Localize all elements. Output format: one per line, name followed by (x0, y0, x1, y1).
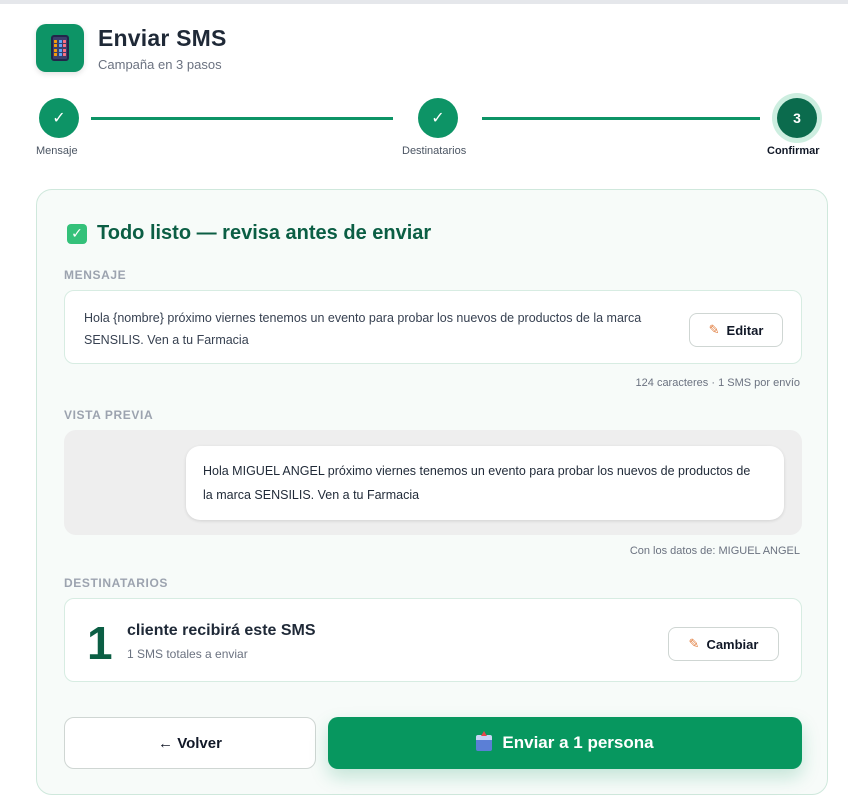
confirmation-card: ✓ Todo listo — revisa antes de enviar ME… (36, 189, 828, 795)
back-button[interactable]: ← Volver (64, 717, 316, 769)
sms-bubble: Hola MIGUEL ANGEL próximo viernes tenemo… (186, 446, 784, 520)
title-wrap: Enviar SMS Campaña en 3 pasos (98, 25, 227, 72)
step-3-indicator[interactable]: 3 (777, 98, 817, 138)
message-text: Hola {nombre} próximo viernes tenemos un… (84, 311, 642, 347)
sms-preview-area: Hola MIGUEL ANGEL próximo viernes tenemo… (64, 430, 802, 535)
outbox-icon (476, 731, 493, 751)
header: Enviar SMS Campaña en 3 pasos (36, 24, 227, 72)
step-3-label: Confirmar (767, 145, 820, 157)
page: Enviar SMS Campaña en 3 pasos ✓ ✓ 3 Mens… (0, 4, 848, 808)
check-mark-icon: ✓ (67, 223, 87, 244)
page-title: Enviar SMS (98, 24, 227, 51)
step-2-label: Destinatarios (402, 145, 467, 157)
pencil-icon: ✎ (708, 322, 720, 337)
change-button-label: Cambiar (706, 636, 759, 652)
page-subtitle: Campaña en 3 pasos (98, 56, 222, 72)
edit-button[interactable]: ✎ Editar (689, 313, 783, 347)
step-connector-1 (91, 117, 393, 120)
message-box: Hola {nombre} próximo viernes tenemos un… (64, 290, 802, 364)
sms-preview-text: Hola MIGUEL ANGEL próximo viernes tenemo… (203, 464, 751, 502)
change-button[interactable]: ✎ Cambiar (668, 627, 779, 661)
card-title-text: Todo listo — revisa antes de enviar (97, 222, 432, 244)
step-1-check-icon[interactable]: ✓ (39, 98, 79, 138)
step-connector-2 (482, 117, 760, 120)
recipients-main-text: cliente recibirá este SMS (127, 622, 316, 639)
card-title: ✓ Todo listo — revisa antes de enviar (67, 222, 431, 245)
recipients-section-label: DESTINATARIOS (64, 576, 169, 590)
step-2-check-icon[interactable]: ✓ (418, 98, 458, 138)
send-button[interactable]: Enviar a 1 persona (328, 717, 802, 769)
mobile-phone-icon (36, 24, 84, 72)
message-meta: 124 caracteres · 1 SMS por envío (635, 377, 800, 389)
recipients-sub-text: 1 SMS totales a enviar (127, 647, 248, 661)
recipient-count: 1 (87, 617, 113, 669)
pencil-icon: ✎ (688, 636, 700, 651)
phone-glyph (51, 35, 69, 61)
recipients-box: 1 cliente recibirá este SMS 1 SMS totale… (64, 598, 802, 682)
message-section-label: MENSAJE (64, 268, 127, 282)
preview-section-label: VISTA PREVIA (64, 408, 154, 422)
edit-button-label: Editar (726, 322, 764, 338)
send-button-label: Enviar a 1 persona (502, 733, 654, 752)
preview-meta: Con los datos de: MIGUEL ANGEL (629, 545, 800, 557)
step-1-label: Mensaje (36, 145, 78, 157)
